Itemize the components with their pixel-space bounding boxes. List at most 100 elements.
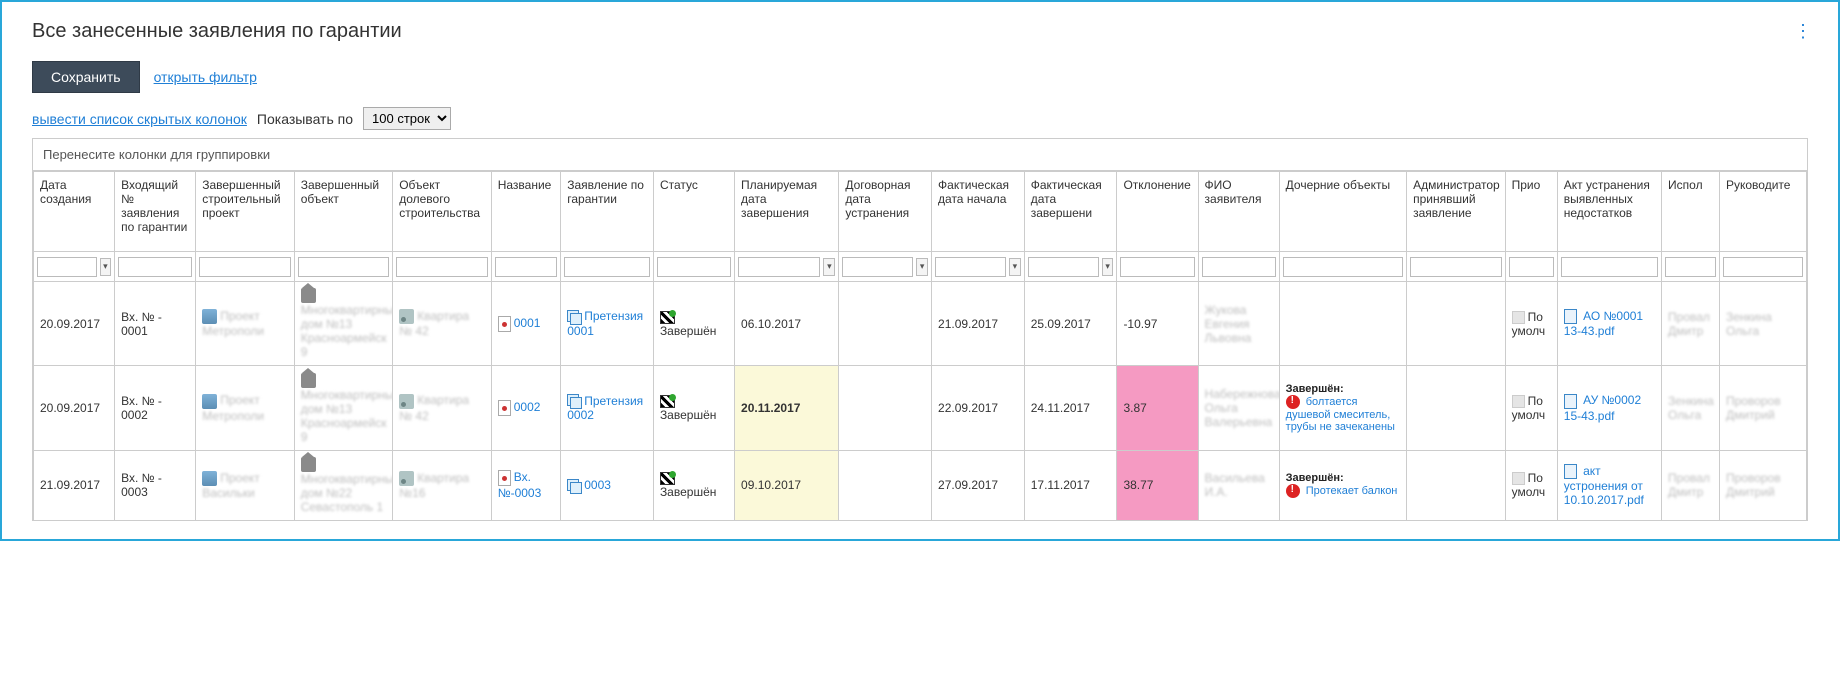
filter-input[interactable] xyxy=(842,257,913,277)
date-created: 20.09.2017 xyxy=(40,401,100,415)
filter-input[interactable] xyxy=(118,257,192,277)
filter-input[interactable] xyxy=(1120,257,1194,277)
filter-cell[interactable] xyxy=(1557,252,1661,282)
filter-input[interactable] xyxy=(935,257,1006,277)
filter-input[interactable] xyxy=(657,257,731,277)
filter-cell[interactable] xyxy=(1662,252,1720,282)
filter-cell[interactable] xyxy=(115,252,196,282)
deviation-value: -10.97 xyxy=(1123,317,1157,331)
filter-dropdown-icon[interactable]: ▾ xyxy=(1102,258,1114,276)
child-object: Завершён: болтается душевой смеситель, т… xyxy=(1286,383,1400,433)
header-row: Дата созданияВходящий № заявления по гар… xyxy=(34,172,1807,252)
status-text: Завершён xyxy=(660,408,716,422)
column-header[interactable]: Администратор принявший заявление xyxy=(1407,172,1506,252)
filter-input[interactable] xyxy=(564,257,650,277)
column-header[interactable]: Фактическая дата начала xyxy=(932,172,1025,252)
filter-cell[interactable] xyxy=(1117,252,1198,282)
manager-name: Проворов Дмитрий xyxy=(1726,394,1781,422)
building-icon xyxy=(301,457,316,472)
page-size-select[interactable]: 100 строк xyxy=(363,107,451,130)
filter-input[interactable] xyxy=(1410,257,1502,277)
filter-dropdown-icon[interactable]: ▾ xyxy=(916,258,928,276)
deviation-value: 3.87 xyxy=(1123,401,1146,415)
filter-cell[interactable] xyxy=(196,252,295,282)
filter-cell[interactable]: ▾ xyxy=(1024,252,1117,282)
priority-icon xyxy=(1512,395,1525,408)
filter-input[interactable] xyxy=(1283,257,1403,277)
deviation-value: 38.77 xyxy=(1123,478,1153,492)
filter-cell[interactable] xyxy=(1719,252,1806,282)
column-header[interactable]: Объект долевого строительства xyxy=(393,172,492,252)
object-link[interactable]: Многоквартирный дом №13 Красноармейск 9 xyxy=(301,388,393,444)
file-icon xyxy=(498,400,511,416)
incoming-number: Вх. № - 0002 xyxy=(121,394,162,422)
object-link[interactable]: Многоквартирный дом №22 Севастополь 1 xyxy=(301,472,393,514)
name-link[interactable]: 0002 xyxy=(514,400,541,414)
filter-input[interactable] xyxy=(738,257,820,277)
filter-cell[interactable] xyxy=(561,252,654,282)
filter-dropdown-icon[interactable]: ▾ xyxy=(100,258,111,276)
column-header[interactable]: Отклонение xyxy=(1117,172,1198,252)
filter-input[interactable] xyxy=(1561,257,1658,277)
document-icon xyxy=(1564,464,1577,479)
claim-link[interactable]: 0003 xyxy=(584,478,611,492)
column-header[interactable]: Название xyxy=(491,172,561,252)
filter-dropdown-icon[interactable]: ▾ xyxy=(823,258,835,276)
open-filter-link[interactable]: открыть фильтр xyxy=(154,69,257,85)
manager-name: Зенкина Ольга xyxy=(1726,310,1772,338)
executor-name: Зенкина Ольга xyxy=(1668,394,1714,422)
filter-cell[interactable]: ▾ xyxy=(34,252,115,282)
filter-cell[interactable] xyxy=(1198,252,1279,282)
filter-cell[interactable]: ▾ xyxy=(735,252,839,282)
group-by-bar[interactable]: Перенесите колонки для группировки xyxy=(32,138,1808,171)
object-link[interactable]: Многоквартирный дом №13 Красноармейск 9 xyxy=(301,303,393,359)
column-header[interactable]: Статус xyxy=(653,172,734,252)
filter-input[interactable] xyxy=(396,257,488,277)
filter-cell[interactable] xyxy=(294,252,393,282)
filter-cell[interactable] xyxy=(653,252,734,282)
column-header[interactable]: Акт устранения выявленных недостатков xyxy=(1557,172,1661,252)
filter-input[interactable] xyxy=(37,257,97,277)
column-header[interactable]: Прио xyxy=(1505,172,1557,252)
column-header[interactable]: Руководите xyxy=(1719,172,1806,252)
save-button[interactable]: Сохранить xyxy=(32,61,140,93)
child-link[interactable]: Протекает балкон xyxy=(1306,485,1398,497)
filter-input[interactable] xyxy=(495,257,558,277)
column-header[interactable]: Испол xyxy=(1662,172,1720,252)
filter-input[interactable] xyxy=(1509,257,1554,277)
kebab-menu-icon[interactable]: ⋮ xyxy=(1794,22,1812,40)
file-icon xyxy=(498,316,511,332)
status-text: Завершён xyxy=(660,324,716,338)
filter-cell[interactable]: ▾ xyxy=(839,252,932,282)
column-header[interactable]: Завершенный строительный проект xyxy=(196,172,295,252)
column-header[interactable]: Заявление по гарантии xyxy=(561,172,654,252)
date-created: 21.09.2017 xyxy=(40,478,100,492)
filter-cell[interactable]: ▾ xyxy=(932,252,1025,282)
fact-start-date: 21.09.2017 xyxy=(938,317,998,331)
filter-cell[interactable] xyxy=(1407,252,1506,282)
column-header[interactable]: Фактическая дата завершени xyxy=(1024,172,1117,252)
column-header[interactable]: Завершенный объект xyxy=(294,172,393,252)
column-header[interactable]: Входящий № заявления по гарантии xyxy=(115,172,196,252)
column-header[interactable]: Планируемая дата завершения xyxy=(735,172,839,252)
column-header[interactable]: ФИО заявителя xyxy=(1198,172,1279,252)
filter-input[interactable] xyxy=(298,257,390,277)
name-link[interactable]: 0001 xyxy=(514,316,541,330)
filter-input[interactable] xyxy=(1723,257,1803,277)
child-link[interactable]: болтается душевой смеситель, трубы не за… xyxy=(1286,396,1395,433)
filter-input[interactable] xyxy=(1665,257,1716,277)
column-header[interactable]: Дата создания xyxy=(34,172,115,252)
column-header[interactable]: Договорная дата устранения xyxy=(839,172,932,252)
filter-cell[interactable] xyxy=(1279,252,1406,282)
filter-input[interactable] xyxy=(199,257,291,277)
filter-input[interactable] xyxy=(1202,257,1276,277)
plan-end-date: 06.10.2017 xyxy=(741,317,801,331)
filter-dropdown-icon[interactable]: ▾ xyxy=(1009,258,1021,276)
filter-input[interactable] xyxy=(1028,257,1099,277)
filter-cell[interactable] xyxy=(1505,252,1557,282)
document-icon xyxy=(1564,309,1577,324)
filter-cell[interactable] xyxy=(491,252,561,282)
column-header[interactable]: Дочерние объекты xyxy=(1279,172,1406,252)
show-hidden-columns-link[interactable]: вывести список скрытых колонок xyxy=(32,111,247,127)
filter-cell[interactable] xyxy=(393,252,492,282)
